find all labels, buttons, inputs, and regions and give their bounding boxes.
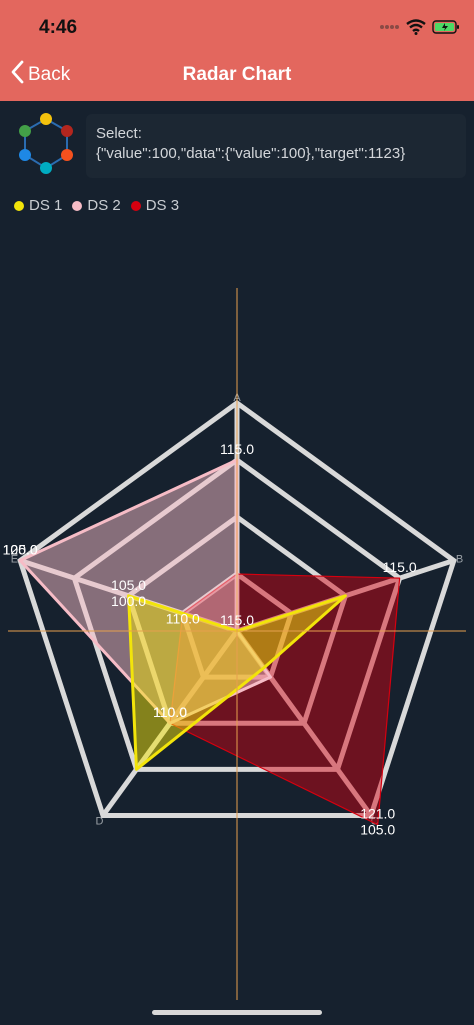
home-indicator [152, 1010, 322, 1015]
value-label-6: 115.0 [220, 441, 254, 457]
value-label-9: 120.0 [3, 542, 38, 558]
value-label-12: 121.0 [360, 806, 395, 822]
value-label-5: 110.0 [166, 610, 200, 626]
axis-label-D: D [95, 815, 103, 827]
axis-label-B: B [456, 554, 463, 566]
radar-chart[interactable]: ABCDE 115.0105.0100.0105.0110.0115.0110.… [0, 0, 474, 1025]
value-label-10: 110.0 [153, 704, 187, 720]
value-label-3: 100.0 [111, 593, 146, 609]
value-label-2: 105.0 [111, 577, 146, 593]
value-label-11: 115.0 [383, 559, 417, 575]
value-label-4: 105.0 [360, 822, 395, 838]
value-label-1: 115.0 [220, 612, 254, 628]
